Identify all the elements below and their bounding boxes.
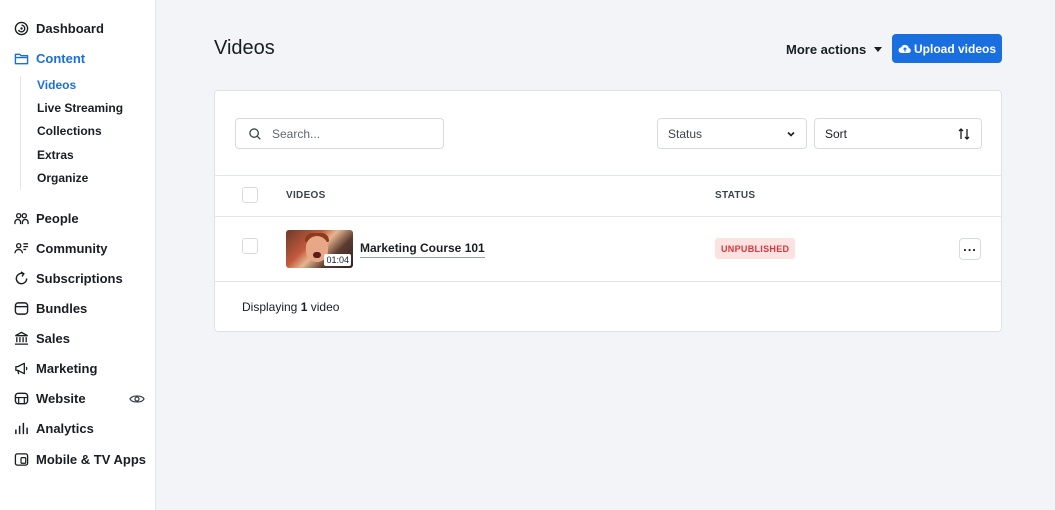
subscriptions-icon xyxy=(13,270,29,286)
results-prefix: Displaying xyxy=(242,300,298,314)
sidebar-item-content[interactable]: Content xyxy=(13,48,85,68)
sort-label: Sort xyxy=(825,126,848,141)
status-filter-label: Status xyxy=(668,126,703,141)
search-box[interactable] xyxy=(235,118,444,149)
sidebar-item-label: Content xyxy=(36,50,86,66)
more-actions-label: More actions xyxy=(786,41,867,57)
sidebar-item-label: Community xyxy=(36,240,108,256)
sidebar-item-label: People xyxy=(36,210,79,226)
divider xyxy=(215,216,1001,217)
bank-icon xyxy=(13,330,29,346)
sidebar-subitem-live-streaming[interactable]: Live Streaming xyxy=(37,100,123,116)
sort-arrows-icon xyxy=(958,127,970,140)
search-icon xyxy=(249,127,261,140)
sidebar-item-people[interactable]: People xyxy=(13,208,79,228)
divider xyxy=(215,175,1001,176)
status-badge: UNPUBLISHED xyxy=(715,238,796,259)
sidebar-item-dashboard[interactable]: Dashboard xyxy=(13,18,104,38)
sidebar-item-analytics[interactable]: Analytics xyxy=(13,418,94,438)
sidebar-item-label: Mobile & TV Apps xyxy=(36,451,147,467)
cloud-upload-icon xyxy=(898,44,911,53)
sidebar-subitem-extras[interactable]: Extras xyxy=(37,147,74,163)
sidebar: Dashboard Content Videos Live Streaming … xyxy=(0,0,156,510)
community-icon xyxy=(13,240,29,256)
thumbnail-mouth xyxy=(313,252,321,258)
devices-icon xyxy=(13,451,29,467)
sidebar-subitem-collections[interactable]: Collections xyxy=(37,123,102,139)
results-number: 1 xyxy=(300,300,308,314)
video-thumbnail[interactable]: 01:04 xyxy=(286,230,353,268)
row-actions-button[interactable]: ... xyxy=(959,238,981,260)
search-input[interactable] xyxy=(272,126,432,141)
dashboard-icon xyxy=(13,20,29,36)
divider xyxy=(215,281,1001,282)
submenu-divider xyxy=(20,76,21,190)
website-icon xyxy=(13,390,29,406)
results-count: Displaying 1 video xyxy=(242,300,339,314)
upload-videos-label: Upload videos xyxy=(913,41,996,56)
sidebar-subitem-organize[interactable]: Organize xyxy=(37,170,88,186)
video-duration: 01:04 xyxy=(324,254,351,266)
caret-down-icon xyxy=(874,46,883,52)
sidebar-item-label: Subscriptions xyxy=(36,270,123,286)
sidebar-item-website[interactable]: Website xyxy=(13,388,86,408)
column-header-videos: VIDEOS xyxy=(286,190,326,201)
bundles-icon xyxy=(13,300,29,316)
sidebar-item-marketing[interactable]: Marketing xyxy=(13,358,97,378)
sidebar-subitem-videos[interactable]: Videos xyxy=(37,77,76,93)
page-title: Videos xyxy=(214,37,275,59)
sidebar-item-sales[interactable]: Sales xyxy=(13,328,70,348)
sidebar-item-label: Marketing xyxy=(36,360,98,376)
sort-select[interactable]: Sort xyxy=(814,118,982,149)
more-actions-button[interactable]: More actions xyxy=(786,40,883,58)
sidebar-item-label: Bundles xyxy=(36,300,88,316)
upload-videos-button[interactable]: Upload videos xyxy=(892,34,1002,63)
sidebar-item-subscriptions[interactable]: Subscriptions xyxy=(13,268,123,288)
sidebar-item-bundles[interactable]: Bundles xyxy=(13,298,87,318)
sidebar-item-label: Sales xyxy=(36,330,70,346)
megaphone-icon xyxy=(13,360,29,376)
eye-icon[interactable] xyxy=(129,391,145,407)
column-header-status: STATUS xyxy=(715,190,756,201)
row-checkbox[interactable] xyxy=(242,238,258,254)
sidebar-item-label: Analytics xyxy=(36,420,94,436)
sidebar-item-mobile-tv-apps[interactable]: Mobile & TV Apps xyxy=(13,449,146,469)
folder-icon xyxy=(13,50,29,66)
sidebar-item-community[interactable]: Community xyxy=(13,238,108,258)
select-all-checkbox[interactable] xyxy=(242,187,258,203)
video-title-link[interactable]: Marketing Course 101 xyxy=(360,241,485,258)
more-dots-icon: ... xyxy=(963,238,977,254)
sidebar-item-label: Dashboard xyxy=(36,20,104,36)
sidebar-item-label: Website xyxy=(36,390,86,406)
bar-chart-icon xyxy=(13,420,29,436)
videos-card: Status Sort VIDEOS STATUS 01:04 Marketin… xyxy=(214,90,1002,332)
results-suffix: video xyxy=(310,300,340,314)
people-icon xyxy=(13,210,29,226)
chevron-down-icon xyxy=(787,131,795,137)
status-filter-select[interactable]: Status xyxy=(657,118,807,149)
